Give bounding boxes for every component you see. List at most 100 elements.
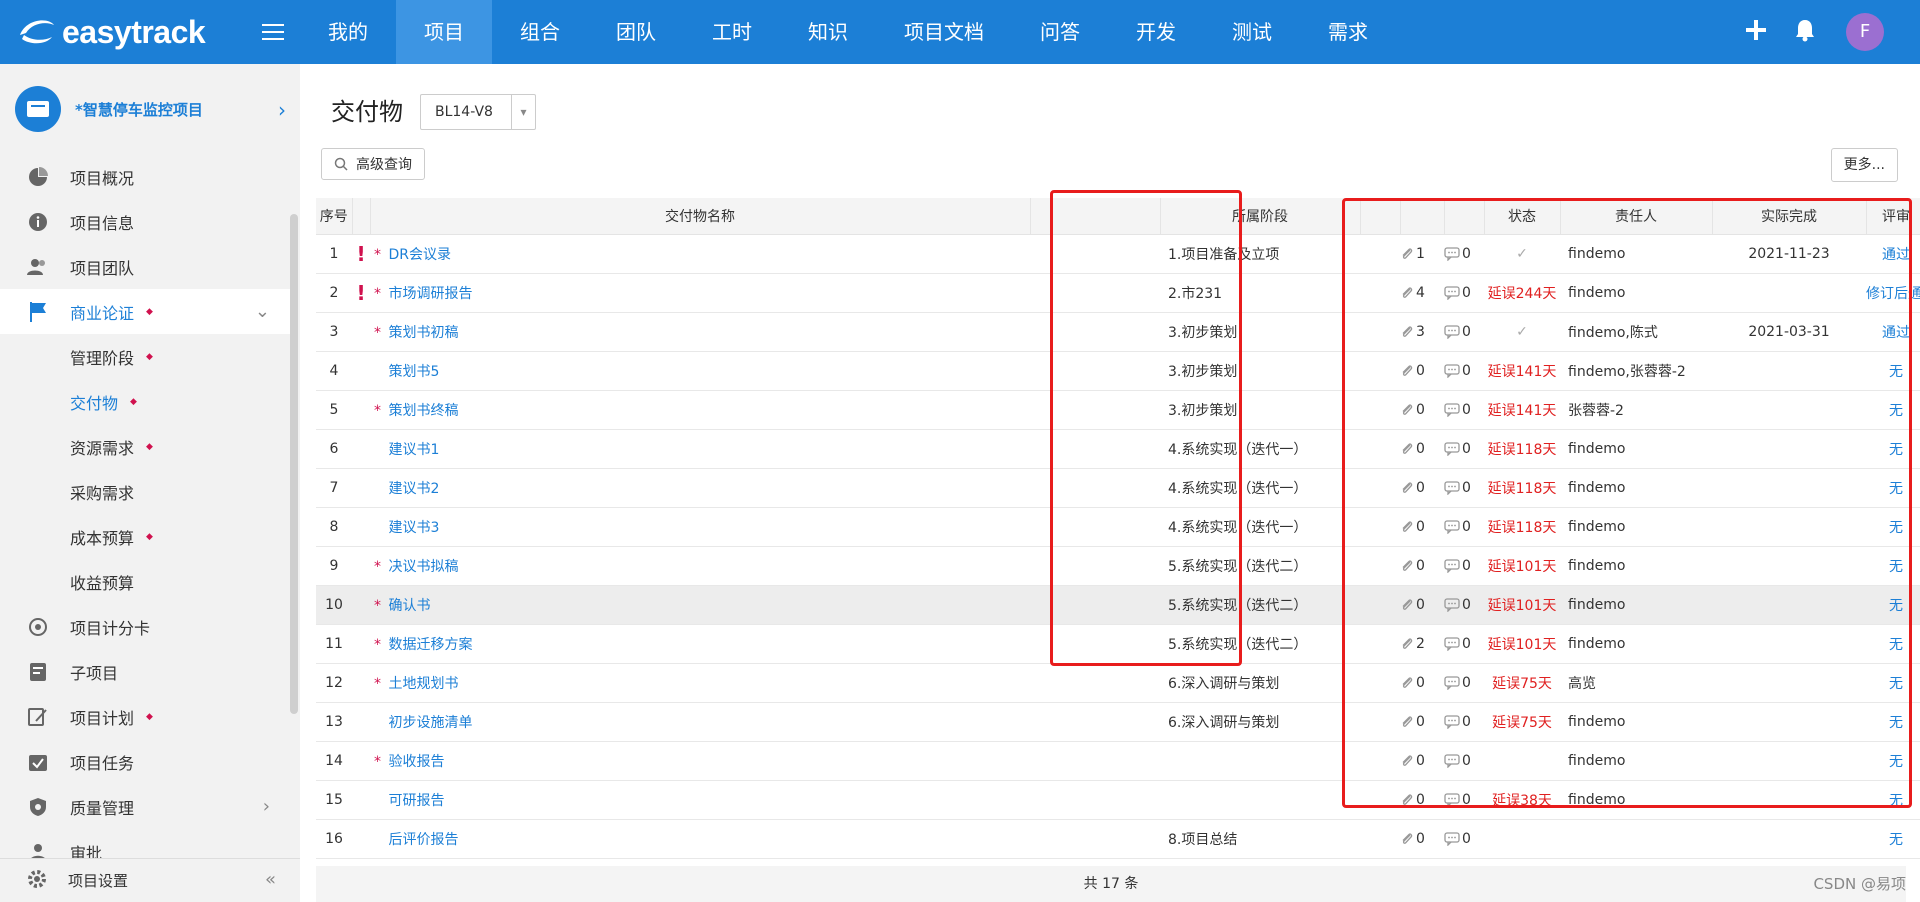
sidebar-item-team[interactable]: 项目团队: [0, 244, 290, 289]
comment-count-value: 0: [1462, 830, 1471, 847]
important-flag-icon: [352, 780, 370, 820]
attachment-count-value: 0: [1416, 830, 1425, 847]
table-row[interactable]: 16 后评价报告 8.项目总结 0 0 无: [316, 819, 1920, 859]
comment-count[interactable]: 0: [1444, 819, 1484, 859]
nav-item-dev[interactable]: 开发: [1108, 0, 1204, 64]
settings-label: 项目设置: [68, 872, 129, 890]
row-number: 2: [316, 273, 352, 313]
attachment-count[interactable]: 0: [1400, 819, 1444, 859]
sidebar-item-plan[interactable]: 项目计划 ◆: [0, 694, 290, 739]
chevron-down-icon[interactable]: ▾: [511, 95, 535, 129]
deliverable-link[interactable]: 策划书终稿: [388, 403, 458, 419]
gap-cell: [1360, 819, 1400, 859]
sidebar-menu: 项目概况 项目信息 项目团队 商业论证 ◆ ⌄ 管理阶段 ◆ 交付物 ◆ 资源需…: [0, 154, 290, 874]
nav-item-qa[interactable]: 问答: [1012, 0, 1108, 64]
top-bar: easytrack 我的 项目 组合 团队 工时 知识 项目文档 问答 开发 测…: [0, 0, 1920, 64]
version-select[interactable]: BL14-V8 ▾: [420, 94, 536, 130]
sidebar-item-scorecard[interactable]: 项目计分卡: [0, 604, 290, 649]
deliverable-link[interactable]: 决议书拟稿: [388, 559, 458, 575]
watermark: CSDN @易项: [1813, 875, 1906, 893]
nav-item-project[interactable]: 项目: [396, 0, 492, 64]
team-icon: [26, 255, 50, 279]
deliverable-link[interactable]: 可研报告: [388, 793, 444, 809]
advanced-search-label: 高级查询: [356, 157, 412, 173]
sidebar-item-procurement[interactable]: 采购需求: [0, 469, 290, 514]
important-flag-icon: [352, 507, 370, 547]
sidebar-settings[interactable]: 项目设置 «: [0, 858, 300, 902]
important-flag-icon: [352, 585, 370, 625]
sidebar-item-label: 项目信息: [70, 213, 135, 233]
add-icon[interactable]: [1744, 18, 1768, 46]
deliverable-link[interactable]: 土地规划书: [388, 676, 458, 692]
nav-item-test[interactable]: 测试: [1204, 0, 1300, 64]
sidebar-item-deliverables[interactable]: 交付物 ◆: [0, 379, 290, 424]
easytrack-logo[interactable]: easytrack: [16, 10, 206, 54]
deliverable-link[interactable]: 建议书3: [388, 520, 439, 536]
nav-item-project-docs[interactable]: 项目文档: [876, 0, 1012, 64]
sidebar-item-revenue-budget[interactable]: 收益预算: [0, 559, 290, 604]
stage-cell: [1160, 780, 1360, 820]
col-header-no[interactable]: 序号: [316, 198, 353, 235]
sidebar-item-tasks[interactable]: 项目任务: [0, 739, 290, 784]
required-marker: *: [374, 753, 381, 770]
deliverable-link[interactable]: 初步设施清单: [388, 715, 472, 731]
deliverable-link[interactable]: 市场调研报告: [388, 286, 472, 302]
nav-item-team[interactable]: 团队: [588, 0, 684, 64]
deliverable-link[interactable]: DR会议录: [388, 247, 451, 263]
status-dot-icon: ◆: [146, 441, 153, 452]
sidebar-item-info[interactable]: 项目信息: [0, 199, 290, 244]
nav-item-requirements[interactable]: 需求: [1300, 0, 1396, 64]
sidebar-item-subprojects[interactable]: 子项目: [0, 649, 290, 694]
attachment-icon: [1402, 832, 1413, 844]
deliverable-link[interactable]: 策划书初稿: [388, 325, 458, 341]
nav-item-knowledge[interactable]: 知识: [780, 0, 876, 64]
sidebar-item-overview[interactable]: 项目概况: [0, 154, 290, 199]
gap-cell: [1030, 819, 1160, 859]
deliverable-link[interactable]: 建议书1: [388, 442, 439, 458]
sidebar-item-label: 商业论证: [70, 303, 135, 323]
deliverable-link[interactable]: 确认书: [388, 598, 430, 614]
sidebar-item-stages[interactable]: 管理阶段 ◆: [0, 334, 290, 379]
deliverable-link[interactable]: 后评价报告: [388, 832, 458, 848]
col-header-name[interactable]: 交付物名称: [370, 198, 1031, 235]
deliverable-name-cell: 建议书3: [370, 507, 1030, 547]
sidebar-item-quality[interactable]: 质量管理 ›: [0, 784, 290, 829]
important-flag-icon: !: [352, 234, 370, 274]
row-number: 1: [316, 234, 352, 274]
important-flag-icon: [352, 429, 370, 469]
review-link[interactable]: 无: [1866, 819, 1920, 859]
required-marker: *: [374, 597, 381, 614]
required-marker: *: [374, 324, 381, 341]
deliverable-name-cell: 策划书5: [370, 351, 1030, 391]
highlight-box-status: [1342, 198, 1912, 808]
menu-toggle-icon[interactable]: [262, 24, 284, 42]
deliverable-link[interactable]: 数据迁移方案: [388, 637, 472, 653]
collapse-sidebar-icon[interactable]: «: [265, 869, 276, 890]
sidebar-item-cost-budget[interactable]: 成本预算 ◆: [0, 514, 290, 559]
nav-item-timesheet[interactable]: 工时: [684, 0, 780, 64]
chevron-down-icon[interactable]: ⌄: [255, 301, 270, 322]
more-button[interactable]: 更多...: [1830, 148, 1898, 182]
col-header-flag: [352, 198, 371, 235]
project-header[interactable]: *智慧停车监控项目 ›: [0, 64, 300, 154]
bell-icon[interactable]: [1794, 18, 1816, 46]
sidebar-scrollbar[interactable]: [290, 214, 298, 714]
sidebar-item-label: 成本预算: [70, 528, 135, 548]
comment-icon: [1444, 831, 1460, 847]
deliverable-link[interactable]: 策划书5: [388, 364, 439, 380]
project-name: *智慧停车监控项目: [75, 100, 203, 119]
nav-item-mine[interactable]: 我的: [300, 0, 396, 64]
chevron-right-icon[interactable]: ›: [263, 796, 270, 817]
stage-cell: 6.深入调研与策划: [1160, 663, 1360, 703]
sidebar-item-business-case[interactable]: 商业论证 ◆ ⌄: [0, 289, 290, 334]
chevron-right-icon[interactable]: ›: [278, 98, 286, 122]
sidebar-item-resource-needs[interactable]: 资源需求 ◆: [0, 424, 290, 469]
sidebar-item-label: 项目计划: [70, 708, 135, 728]
sidebar-item-label: 项目任务: [70, 753, 135, 773]
user-avatar[interactable]: F: [1846, 13, 1884, 51]
row-number: 8: [316, 507, 352, 547]
nav-item-portfolio[interactable]: 组合: [492, 0, 588, 64]
deliverable-link[interactable]: 建议书2: [388, 481, 439, 497]
deliverable-link[interactable]: 验收报告: [388, 754, 444, 770]
advanced-search-button[interactable]: 高级查询: [321, 148, 425, 180]
